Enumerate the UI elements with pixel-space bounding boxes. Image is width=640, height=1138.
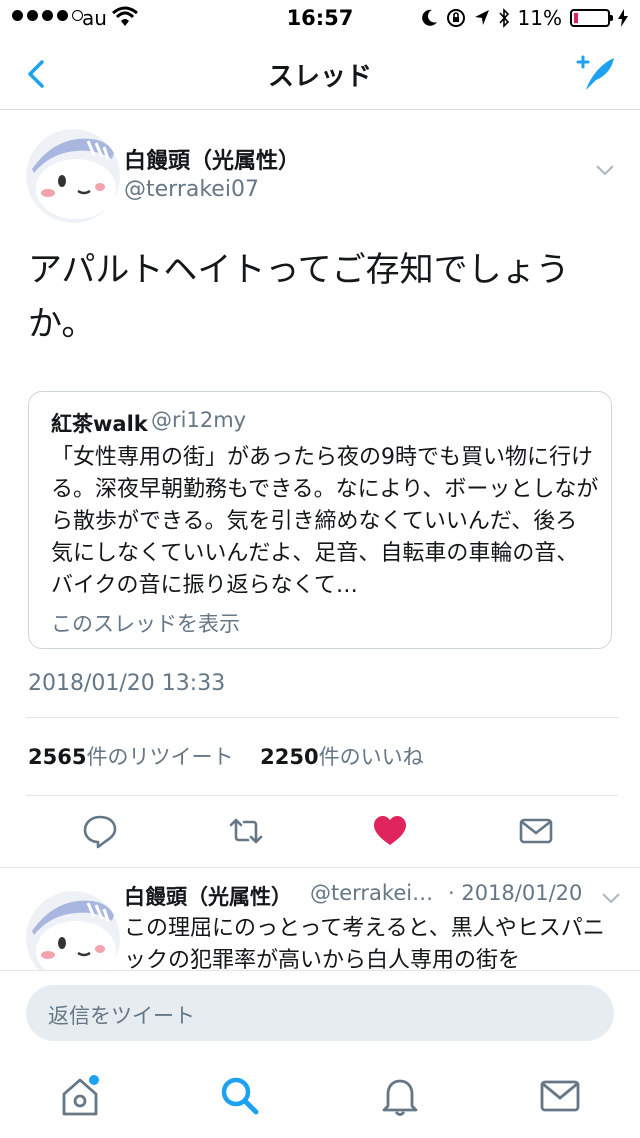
quoted-text: 「女性専用の街」があったら夜の9時でも買い物に行ける。深夜早朝勤務もできる。なに… (51, 445, 599, 598)
reply-timestamp: · 2018/01/20 (448, 881, 583, 905)
chevron-down-icon[interactable] (600, 887, 622, 909)
reply-author-handle: @terrakei… (310, 881, 434, 905)
messages-icon[interactable] (538, 1074, 582, 1118)
reply-text: この理屈にのっとって考えると、黒人やヒスパニックの犯罪率が高いから白人専用の街を (124, 916, 605, 971)
retweet-count-link[interactable]: 2565件のリツイート (28, 745, 233, 769)
tweet-actions (0, 809, 640, 853)
quoted-author-handle: @ri12my (151, 408, 247, 432)
reply-tweet[interactable]: 白饅頭（光属性） @terrakei… · 2018/01/20 この理屈にのっ… (0, 871, 640, 971)
tweet-header: 白饅頭（光属性） @terrakei07 (26, 129, 626, 229)
like-count: 2250 (260, 745, 319, 769)
tweet-timestamp: 2018/01/20 13:33 (28, 671, 226, 696)
reply-composer: 返信をツイート (0, 970, 640, 1054)
retweet-count: 2565 (28, 745, 87, 769)
divider (26, 795, 618, 796)
search-icon[interactable] (218, 1074, 262, 1118)
navigation-bar: スレッド (0, 40, 640, 110)
status-bar: au 16:57 11% (0, 0, 640, 40)
page-title: スレッド (267, 62, 372, 92)
show-thread-link[interactable]: このスレッドを表示 (51, 608, 240, 638)
tab-bar (0, 1054, 640, 1138)
engagement-counts: 2565件のリツイート 2250件のいいね (28, 741, 424, 771)
like-count-label: 件のいいね (318, 745, 424, 769)
retweet-count-label: 件のリツイート (86, 745, 234, 769)
battery-percent: 11% (517, 6, 562, 30)
notifications-icon[interactable] (378, 1074, 422, 1118)
location-icon (474, 10, 489, 25)
reply-input[interactable]: 返信をツイート (26, 985, 614, 1041)
like-icon[interactable] (372, 813, 408, 849)
avatar[interactable] (26, 129, 120, 223)
divider (0, 867, 640, 868)
home-icon[interactable] (58, 1074, 102, 1118)
compose-icon[interactable] (572, 52, 618, 96)
avatar[interactable] (26, 891, 120, 971)
rotation-lock-icon (446, 9, 465, 27)
author-name[interactable]: 白饅頭（光属性） (124, 143, 300, 175)
tweet-text: アパルトヘイトってご存知でしょうか。 (28, 250, 570, 344)
quoted-tweet[interactable]: 紅茶walk @ri12my 「女性専用の街」があったら夜の9時でも買い物に行け… (28, 391, 612, 649)
bluetooth-icon (498, 8, 509, 28)
divider (26, 717, 618, 718)
charging-icon (618, 9, 628, 27)
reply-author-name: 白饅頭（光属性） (124, 885, 292, 909)
message-icon[interactable] (518, 813, 554, 849)
like-count-link[interactable]: 2250件のいいね (260, 745, 423, 769)
battery-icon (570, 9, 613, 27)
quoted-author-name: 紅茶walk (51, 412, 148, 436)
reply-placeholder: 返信をツイート (48, 1004, 195, 1028)
retweet-icon[interactable] (228, 813, 264, 849)
chevron-down-icon[interactable] (594, 159, 616, 181)
author-handle[interactable]: @terrakei07 (124, 177, 259, 202)
moon-icon (421, 9, 437, 26)
reply-icon[interactable] (82, 813, 118, 849)
